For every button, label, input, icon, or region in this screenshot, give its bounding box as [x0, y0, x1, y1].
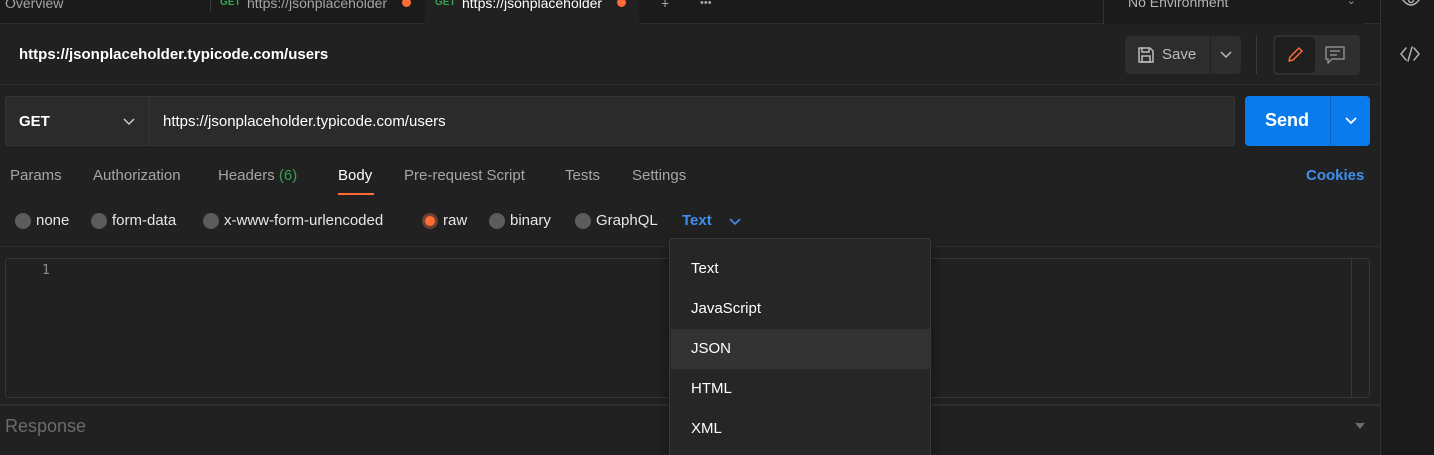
radio-button[interactable]: [575, 213, 591, 229]
tab-request-1[interactable]: GET https://jsonplaceholder: [211, 0, 423, 24]
save-options-button[interactable]: [1211, 36, 1241, 74]
radio-label: form-data: [112, 212, 177, 229]
tab-authorization[interactable]: Authorization: [93, 167, 181, 184]
menu-item-xml[interactable]: XML: [671, 409, 930, 449]
editor-scrollbar[interactable]: [1351, 259, 1369, 397]
tab-overview[interactable]: Overview: [5, 0, 205, 24]
tab-label: https://jsonplaceholder: [247, 0, 388, 11]
body-type-none[interactable]: none: [15, 212, 75, 232]
tab-pre-request-script[interactable]: Pre-request Script: [404, 167, 525, 184]
url-value: https://jsonplaceholder.typicode.com/use…: [163, 113, 446, 130]
language-dropdown-menu: Text JavaScript JSON HTML XML: [669, 238, 931, 455]
line-number: 1: [42, 263, 50, 278]
tab-method: GET: [435, 0, 456, 8]
send-label: Send: [1265, 110, 1310, 130]
body-type-form-data[interactable]: form-data: [91, 212, 187, 232]
body-type-binary[interactable]: binary: [489, 212, 559, 232]
radio-button[interactable]: [91, 213, 107, 229]
send-button[interactable]: Send: [1245, 96, 1330, 146]
response-label: Response: [5, 416, 87, 436]
radio-button[interactable]: [15, 213, 31, 229]
tab-settings[interactable]: Settings: [632, 167, 686, 184]
more-tabs-button[interactable]: •••: [700, 0, 724, 24]
comment-icon[interactable]: [1323, 44, 1347, 66]
tab-headers-label: Headers: [218, 167, 275, 184]
chevron-down-icon: [1220, 51, 1232, 59]
method-select[interactable]: GET: [5, 96, 150, 146]
pencil-icon: [1288, 47, 1303, 62]
radio-label: raw: [443, 212, 468, 229]
request-title[interactable]: https://jsonplaceholder.typicode.com/use…: [19, 46, 328, 63]
menu-item-html[interactable]: HTML: [671, 369, 930, 409]
send-options-button[interactable]: [1330, 96, 1370, 146]
tab-params[interactable]: Params: [10, 167, 62, 184]
method-label: GET: [19, 113, 50, 130]
chevron-down-icon: [1345, 117, 1357, 125]
url-input[interactable]: https://jsonplaceholder.typicode.com/use…: [149, 96, 1235, 146]
code-icon[interactable]: [1398, 42, 1422, 66]
tab-strip: Overview GET https://jsonplaceholder GET…: [0, 0, 1380, 24]
divider: [0, 84, 1380, 85]
radio-button-checked[interactable]: [422, 213, 438, 229]
right-sidebar: [1380, 0, 1434, 455]
menu-item-label: JSON: [691, 340, 732, 357]
body-type-graphql[interactable]: GraphQL: [575, 212, 665, 232]
edit-mode-button[interactable]: [1275, 37, 1315, 73]
cookies-link[interactable]: Cookies: [1306, 167, 1364, 184]
menu-item-label: JavaScript: [691, 300, 762, 317]
chevron-down-icon[interactable]: [729, 216, 741, 226]
collapse-toggle-icon[interactable]: [1354, 422, 1366, 430]
new-tab-button[interactable]: +: [658, 0, 674, 24]
save-button[interactable]: Save: [1125, 36, 1210, 74]
menu-item-text[interactable]: Text: [671, 249, 930, 289]
menu-item-json[interactable]: JSON: [671, 329, 930, 369]
radio-button[interactable]: [489, 213, 505, 229]
tab-label: Overview: [5, 0, 64, 11]
chevron-down-icon: [123, 118, 135, 126]
tab-label: https://jsonplaceholder: [462, 0, 603, 11]
radio-label: binary: [510, 212, 551, 229]
menu-item-label: Text: [691, 260, 719, 277]
unsaved-dot-icon: [617, 0, 626, 7]
tab-request-2[interactable]: GET https://jsonplaceholder: [425, 0, 639, 24]
divider: [1256, 36, 1257, 74]
tab-method: GET: [220, 0, 241, 8]
body-type-raw[interactable]: raw: [422, 212, 472, 232]
body-type-urlencoded[interactable]: x-www-form-urlencoded: [203, 212, 403, 232]
tab-headers[interactable]: Headers (6): [218, 167, 297, 184]
menu-item-javascript[interactable]: JavaScript: [671, 289, 930, 329]
radio-label: GraphQL: [596, 212, 658, 229]
save-icon: [1138, 47, 1154, 63]
tab-tests[interactable]: Tests: [565, 167, 600, 184]
environment-selector[interactable]: No Environment ⌄: [1103, 0, 1364, 24]
eye-icon[interactable]: [1401, 0, 1421, 12]
menu-item-label: HTML: [691, 380, 732, 397]
radio-button[interactable]: [203, 213, 219, 229]
plus-icon: +: [661, 0, 670, 11]
menu-item-label: XML: [691, 420, 722, 437]
tab-body[interactable]: Body: [338, 167, 372, 184]
more-icon: •••: [700, 0, 712, 9]
radio-label: x-www-form-urlencoded: [224, 212, 384, 229]
chevron-down-icon: ⌄: [1346, 0, 1356, 7]
unsaved-dot-icon: [402, 0, 411, 7]
active-tab-indicator: [338, 193, 374, 195]
headers-count: (6): [278, 167, 298, 184]
save-label: Save: [1162, 46, 1197, 63]
radio-label: none: [36, 212, 70, 229]
environment-label: No Environment: [1128, 0, 1229, 10]
raw-language-select[interactable]: Text: [682, 212, 712, 229]
